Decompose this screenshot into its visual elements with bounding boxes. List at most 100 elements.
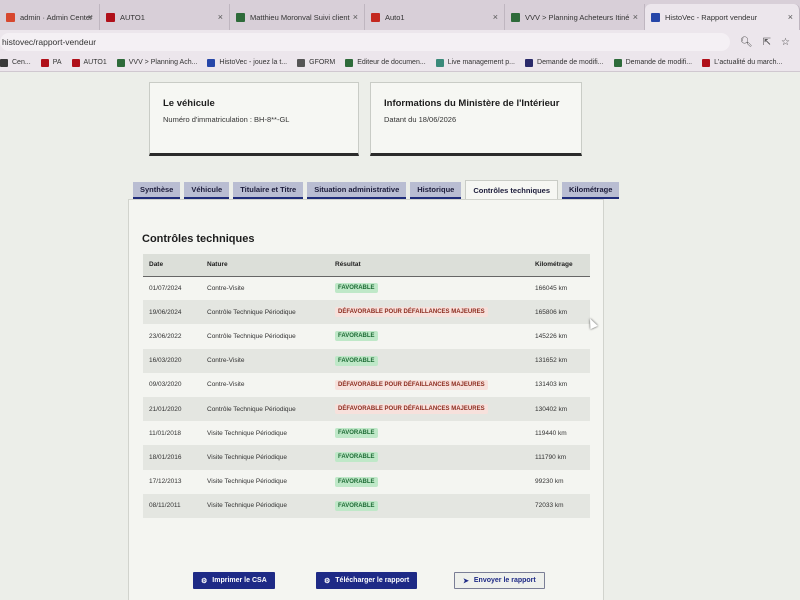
bookmark-item[interactable]: Live management p... [435, 58, 516, 67]
header-mileage: Kilométrage [529, 254, 590, 277]
print-icon: ⚙ [201, 577, 208, 585]
inspection-date: 11/01/2018 [149, 429, 182, 437]
status-badge: FAVORABLE [335, 428, 378, 439]
close-tab-icon[interactable]: × [788, 12, 793, 22]
send-icon: ➤ [463, 577, 469, 585]
print-csa-button[interactable]: ⚙ Imprimer le CSA [193, 572, 275, 589]
close-tab-icon[interactable]: × [493, 12, 498, 22]
status-badge: FAVORABLE [335, 452, 378, 463]
close-tab-icon[interactable]: × [88, 12, 93, 22]
inspection-mileage: 166045 km [535, 284, 568, 292]
share-icon[interactable]: ⇱ [763, 37, 771, 48]
tab-synthese[interactable]: Synthèse [133, 182, 181, 199]
browser-tab[interactable]: VVV > Planning Acheteurs Itiné × [505, 4, 645, 30]
vehicle-card: Le véhicule Numéro d'immatriculation : B… [149, 82, 359, 156]
page-content: Le véhicule Numéro d'immatriculation : B… [0, 72, 800, 600]
tab-titulaire-et-titre[interactable]: Titulaire et Titre [233, 182, 304, 199]
address-bar: histovec/rapport-vendeur 🔍︎ ⇱ ☆ [0, 30, 800, 54]
header-nature: Nature [201, 254, 329, 277]
bookmark-favicon-icon [613, 58, 622, 67]
close-tab-icon[interactable]: × [633, 12, 638, 22]
search-icon[interactable]: 🔍︎ [740, 37, 753, 48]
bookmark-item[interactable]: HistoVec - jouez la t... [207, 58, 287, 67]
status-badge: FAVORABLE [335, 355, 378, 366]
tab-controles-techniques[interactable]: Contrôles techniques [465, 180, 559, 199]
browser-tab[interactable]: Matthieu Moronval Suivi client × [230, 4, 365, 30]
inspection-mileage: 99230 km [535, 478, 564, 486]
bookmark-label: Demande de modifi... [537, 59, 604, 66]
header-date: Date [143, 254, 201, 277]
table-header-row: Date Nature Résultat Kilométrage [143, 254, 590, 277]
inspection-result-cell: FAVORABLE [329, 276, 529, 300]
browser-tab[interactable]: AUTO1 × [100, 4, 230, 30]
download-icon: ⚙ [324, 577, 331, 585]
browser-tab[interactable]: Auto1 × [365, 4, 505, 30]
bookmark-item[interactable]: Editeur de documen... [345, 58, 426, 67]
bookmark-item[interactable]: Demande de modifi... [613, 58, 692, 67]
bookmark-label: Editeur de documen... [357, 59, 426, 66]
tab-kilometrage[interactable]: Kilométrage [562, 182, 620, 199]
vehicle-card-title: Le véhicule [163, 98, 215, 109]
status-badge: FAVORABLE [335, 476, 378, 487]
bookmark-item[interactable]: PA [40, 58, 62, 67]
status-badge: FAVORABLE [335, 500, 378, 511]
table-row: 19/06/2024 Contrôle Technique Périodique D… [143, 300, 590, 325]
bookmark-favicon-icon [435, 58, 444, 67]
inspection-nature: Contre-Visite [201, 348, 329, 373]
download-report-button[interactable]: ⚙ Télécharger le rapport [316, 572, 418, 589]
favicon-icon [106, 12, 115, 22]
bookmark-item[interactable]: Demande de modifi... [525, 58, 604, 67]
ministry-card-title: Informations du Ministère de l'Intérieur [384, 98, 560, 109]
browser-tab-label: HistoVec - Rapport vendeur [665, 12, 758, 22]
favicon-icon [651, 12, 660, 22]
close-tab-icon[interactable]: × [353, 12, 358, 22]
bookmark-label: VVV > Planning Ach... [128, 59, 198, 66]
browser-tab-strip: admin · Admin Center × AUTO1 × Matthieu Moro… [0, 0, 800, 30]
send-report-button[interactable]: ➤ Envoyer le rapport [454, 572, 545, 589]
table-row: 17/12/2013 Visite Technique Périodique FAV… [143, 470, 590, 494]
inspection-mileage: 72033 km [529, 493, 590, 518]
tab-vehicule[interactable]: Véhicule [184, 182, 230, 199]
bookmark-item[interactable]: AUTO1 [71, 58, 107, 67]
inspection-nature: Contre-Visite [207, 381, 245, 389]
tab-situation-administrative[interactable]: Situation administrative [307, 182, 407, 199]
bookmark-favicon-icon [40, 58, 49, 67]
bookmark-item[interactable]: VVV > Planning Ach... [116, 58, 198, 67]
browser-tab-label: AUTO1 [120, 12, 145, 22]
table-row: 18/01/2016 Visite Technique Périodique FAV… [143, 445, 590, 470]
status-badge: FAVORABLE [335, 331, 378, 342]
bookmark-favicon-icon [297, 58, 306, 67]
inspection-nature: Visite Technique Périodique [201, 493, 329, 518]
table-row: 09/03/2020 Contre-Visite DÉFAVORABLE POUR … [143, 373, 590, 397]
status-badge: DÉFAVORABLE POUR DÉFAILLANCES MAJEURES [335, 379, 488, 390]
inspection-date: 16/03/2020 [143, 348, 201, 373]
inspection-nature: Contrôle Technique Périodique [201, 300, 329, 325]
browser-tab-label: Matthieu Moronval Suivi client [250, 12, 350, 22]
url-field[interactable]: histovec/rapport-vendeur [0, 33, 730, 51]
tab-historique[interactable]: Historique [410, 182, 462, 199]
url-text: histovec/rapport-vendeur [2, 37, 97, 47]
inspection-mileage: 131652 km [529, 348, 590, 373]
inspection-nature: Contrôle Technique Périodique [207, 332, 296, 340]
status-badge: DÉFAVORABLE POUR DÉFAILLANCES MAJEURES [335, 404, 488, 415]
status-badge: FAVORABLE [335, 283, 378, 294]
bookmark-item[interactable]: L'actualité du march... [702, 58, 782, 67]
bookmark-label: AUTO1 [83, 59, 107, 66]
table-row: 21/01/2020 Contrôle Technique Périodique D… [143, 396, 590, 422]
close-tab-icon[interactable]: × [218, 12, 223, 22]
print-csa-label: Imprimer le CSA [212, 577, 267, 584]
inspection-result-cell: DÉFAVORABLE POUR DÉFAILLANCES MAJEURES [329, 373, 529, 397]
favicon-icon [371, 12, 380, 22]
bookmark-item[interactable]: Cen... [0, 58, 31, 67]
bookmark-label: Live management p... [447, 59, 516, 66]
table-row: 11/01/2018 Visite Technique Périodique FAV… [143, 421, 590, 445]
browser-tab[interactable]: HistoVec - Rapport vendeur × [645, 4, 800, 30]
header-result: Résultat [329, 254, 529, 277]
inspection-date: 08/11/2011 [143, 493, 201, 518]
bookmark-item[interactable]: GFORM [297, 58, 335, 67]
favicon-icon [6, 12, 15, 22]
technical-inspections-panel: Contrôles techniques Date Nature Résulta… [128, 199, 604, 600]
browser-tab[interactable]: admin · Admin Center × [0, 4, 100, 30]
bookmark-star-icon[interactable]: ☆ [781, 37, 790, 48]
inspection-date: 01/07/2024 [149, 284, 182, 292]
